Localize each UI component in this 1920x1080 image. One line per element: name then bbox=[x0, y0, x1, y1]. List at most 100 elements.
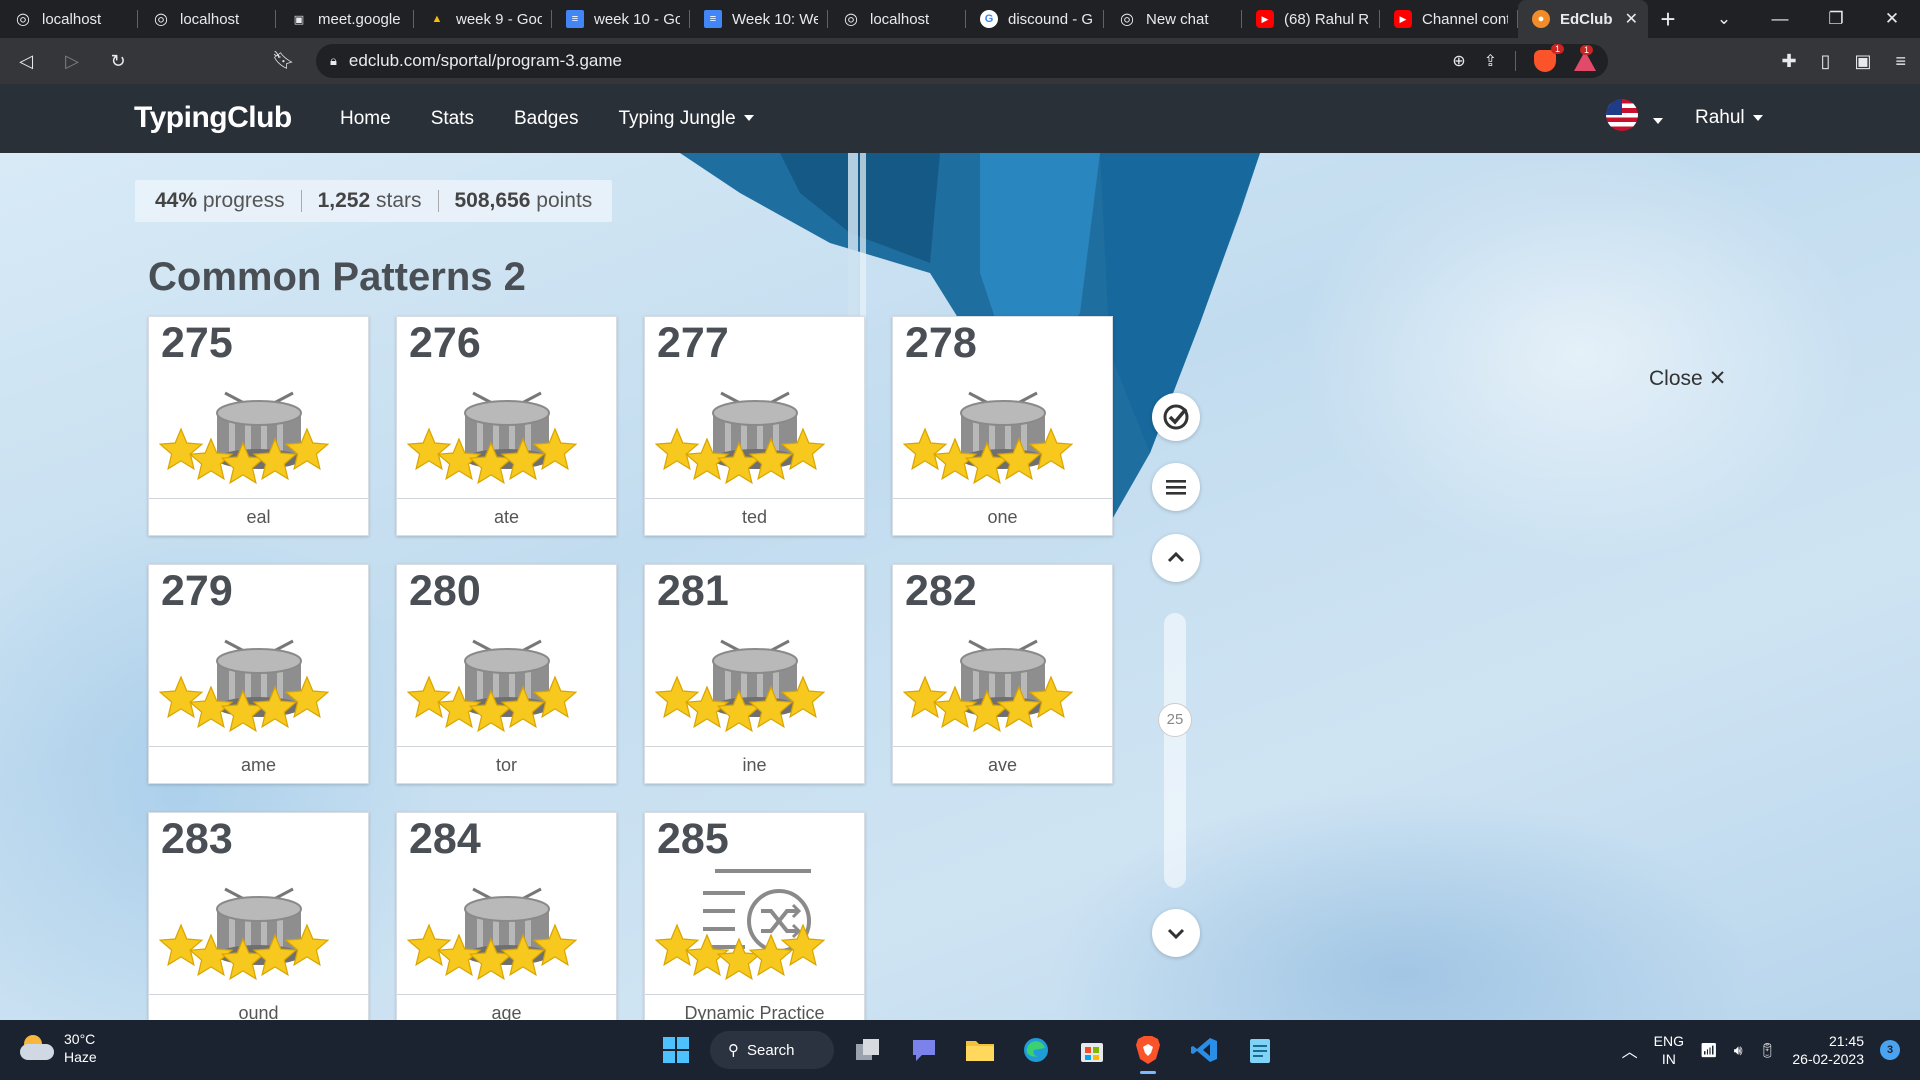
tab-1[interactable]: ◎ localhost bbox=[138, 0, 276, 38]
rewards-badge: 1 bbox=[1579, 45, 1593, 55]
tab-label: discound - G bbox=[1008, 10, 1094, 28]
tab-search-icon[interactable]: ⌄ bbox=[1696, 9, 1752, 29]
tab-4[interactable]: ≡ week 10 - Go bbox=[552, 0, 690, 38]
lesson-card[interactable]: 279 ame bbox=[148, 564, 369, 784]
check-circle-icon bbox=[1163, 404, 1189, 430]
task-view-icon bbox=[856, 1039, 879, 1060]
check-progress-button[interactable] bbox=[1152, 393, 1200, 441]
user-menu[interactable]: Rahul bbox=[1695, 107, 1763, 129]
lesson-card[interactable]: 283 ound bbox=[148, 812, 369, 1020]
lesson-label: one bbox=[893, 498, 1112, 535]
brave-button[interactable] bbox=[1126, 1028, 1170, 1074]
globe-icon: ◎ bbox=[154, 11, 168, 28]
lang-line2: IN bbox=[1661, 1051, 1676, 1067]
chevron-up-icon bbox=[1167, 551, 1185, 563]
wifi-icon[interactable]: 📶︎ bbox=[1700, 1042, 1718, 1059]
nav-typing-jungle[interactable]: Typing Jungle bbox=[618, 108, 754, 130]
tab-9[interactable]: ▶ (68) Rahul R bbox=[1242, 0, 1380, 38]
tab-label: week 9 - Goo bbox=[456, 10, 542, 28]
lesson-card[interactable]: 277 ted bbox=[644, 316, 865, 536]
chevron-up-icon[interactable]: ︿ bbox=[1622, 1038, 1638, 1062]
lesson-number: 277 bbox=[657, 319, 729, 367]
share-icon[interactable]: ⇪ bbox=[1484, 51, 1497, 71]
store-button[interactable] bbox=[1070, 1028, 1114, 1072]
restore-icon[interactable]: ❐ bbox=[1808, 9, 1864, 29]
tab-label: Week 10: We bbox=[732, 10, 818, 28]
new-tab-button[interactable]: + bbox=[1648, 0, 1688, 38]
drive-icon: ▲ bbox=[431, 13, 443, 25]
notification-badge[interactable]: 3 bbox=[1880, 1040, 1900, 1060]
us-flag-icon[interactable] bbox=[1606, 99, 1638, 131]
lesson-card[interactable]: 282 ave bbox=[892, 564, 1113, 784]
lesson-card[interactable]: 281 ine bbox=[644, 564, 865, 784]
tab-6[interactable]: ◎ localhost bbox=[828, 0, 966, 38]
teams-chat-button[interactable] bbox=[902, 1028, 946, 1072]
close-window-icon[interactable]: ✕ bbox=[1864, 9, 1920, 29]
start-button[interactable] bbox=[654, 1028, 698, 1072]
drum-icon bbox=[654, 619, 855, 743]
shield-badge: 1 bbox=[1550, 44, 1564, 54]
volume-icon[interactable]: 🔊︎ bbox=[1734, 1042, 1743, 1059]
lesson-card[interactable]: 285 Dynamic Practice bbox=[644, 812, 865, 1020]
back-icon[interactable]: ◁ bbox=[6, 41, 46, 81]
wallet-icon[interactable]: ▣ bbox=[1854, 51, 1871, 72]
progress-label: progress bbox=[202, 189, 285, 212]
brave-rewards-icon[interactable]: 1 bbox=[1574, 45, 1596, 71]
lesson-number: 282 bbox=[905, 567, 977, 615]
close-tab-icon[interactable]: ✕ bbox=[1625, 9, 1638, 29]
tab-7[interactable]: Gdiscound - G bbox=[966, 0, 1104, 38]
scroll-track[interactable] bbox=[1164, 613, 1186, 888]
scroll-up-button[interactable] bbox=[1152, 534, 1200, 582]
zoom-icon[interactable]: ⊕ bbox=[1452, 51, 1465, 71]
lesson-label: ame bbox=[149, 746, 368, 783]
stars-label: stars bbox=[375, 189, 422, 212]
google-icon: G bbox=[980, 10, 998, 28]
tab-2[interactable]: ▣ meet.google bbox=[276, 0, 414, 38]
lesson-card[interactable]: 280 tor bbox=[396, 564, 617, 784]
tab-8[interactable]: ◎ New chat bbox=[1104, 0, 1242, 38]
sidebar-icon[interactable]: ▯ bbox=[1821, 51, 1831, 72]
lesson-card[interactable]: 284 age bbox=[396, 812, 617, 1020]
vscode-button[interactable] bbox=[1182, 1028, 1226, 1072]
scroll-position[interactable]: 25 bbox=[1158, 703, 1192, 737]
bookmark-icon[interactable]: 🔖︎ bbox=[272, 50, 295, 71]
task-view-button[interactable] bbox=[846, 1028, 890, 1072]
menu-icon[interactable]: ≡ bbox=[1895, 51, 1906, 72]
divider bbox=[437, 190, 439, 212]
reload-icon[interactable]: ↻ bbox=[98, 41, 138, 81]
clock[interactable]: 21:45 26-02-2023 bbox=[1792, 1032, 1864, 1068]
tab-10[interactable]: ▶ Channel cont bbox=[1380, 0, 1518, 38]
edge-button[interactable] bbox=[1014, 1028, 1058, 1072]
nav-home[interactable]: Home bbox=[340, 108, 391, 130]
lock-icon: 🔒︎ bbox=[330, 53, 337, 68]
tab-5[interactable]: ≡ Week 10: We bbox=[690, 0, 828, 38]
file-explorer-button[interactable] bbox=[958, 1028, 1002, 1072]
tab-0[interactable]: ◎ localhost bbox=[0, 0, 138, 38]
close-button[interactable]: Close ✕ bbox=[1649, 366, 1726, 391]
lesson-card[interactable]: 276 ate bbox=[396, 316, 617, 536]
tab-3[interactable]: ▲ week 9 - Goo bbox=[414, 0, 552, 38]
extensions-icon[interactable]: ✚ bbox=[1781, 51, 1796, 72]
brave-shield-icon[interactable]: 1 bbox=[1534, 44, 1564, 72]
menu-button[interactable] bbox=[1152, 463, 1200, 511]
scroll-down-button[interactable] bbox=[1152, 909, 1200, 957]
forward-icon[interactable]: ▷ bbox=[52, 41, 92, 81]
weather-widget[interactable]: 30°C Haze bbox=[20, 1030, 97, 1066]
weather-desc: Haze bbox=[64, 1049, 97, 1065]
tab-active[interactable]: ● EdClub ✕ bbox=[1518, 0, 1648, 38]
language-indicator[interactable]: ENG IN bbox=[1654, 1032, 1684, 1068]
lesson-card[interactable]: 275 eal bbox=[148, 316, 369, 536]
battery-icon[interactable]: 🔋︎ bbox=[1759, 1042, 1777, 1059]
notepad-button[interactable] bbox=[1238, 1028, 1282, 1072]
url-text[interactable]: edclub.com/sportal/program-3.game bbox=[349, 51, 622, 71]
nav-stats[interactable]: Stats bbox=[431, 108, 474, 130]
address-bar[interactable]: 🔒︎ edclub.com/sportal/program-3.game ⊕ ⇪… bbox=[316, 44, 1608, 78]
nav-badges[interactable]: Badges bbox=[514, 108, 578, 130]
chevron-down-icon[interactable] bbox=[1653, 118, 1663, 124]
lesson-label: ave bbox=[893, 746, 1112, 783]
taskbar-search[interactable]: ⚲ Search bbox=[710, 1031, 834, 1069]
stars-value: 1,252 bbox=[317, 189, 371, 212]
brand-logo[interactable]: TypingClub bbox=[134, 101, 292, 135]
minimize-icon[interactable]: — bbox=[1752, 9, 1808, 29]
lesson-card[interactable]: 278 one bbox=[892, 316, 1113, 536]
